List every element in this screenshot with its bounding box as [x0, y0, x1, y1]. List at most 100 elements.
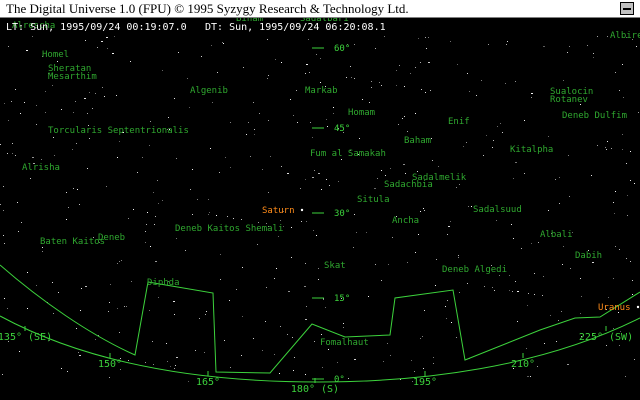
- background-star: [384, 36, 385, 37]
- star-label[interactable]: Homel: [42, 50, 69, 60]
- star-label[interactable]: Enif: [448, 117, 470, 127]
- background-star: [597, 36, 598, 37]
- background-star: [205, 314, 206, 315]
- star-label[interactable]: Sadachbia: [384, 180, 433, 190]
- star-label[interactable]: Deneb: [98, 233, 125, 243]
- star-label[interactable]: Deneb Algedi: [442, 265, 507, 275]
- background-star: [146, 224, 147, 225]
- star-label[interactable]: Mesarthim: [48, 72, 97, 82]
- background-star: [80, 310, 81, 311]
- star-label[interactable]: Diphda: [147, 278, 180, 288]
- background-star: [559, 177, 560, 178]
- background-star: [280, 326, 281, 327]
- sky-view[interactable]: 60°45°30°15°0° 135° (SE)150°165°180° (S)…: [0, 18, 640, 400]
- background-star: [2, 374, 3, 375]
- background-star: [189, 107, 190, 108]
- star-label[interactable]: Ancha: [392, 216, 419, 226]
- background-star: [149, 145, 150, 146]
- background-star: [608, 297, 609, 298]
- star-label[interactable]: Algenib: [190, 86, 228, 96]
- planet-label[interactable]: Saturn: [262, 206, 295, 216]
- background-star: [294, 357, 295, 358]
- background-star: [613, 202, 614, 203]
- background-star: [223, 43, 224, 44]
- background-star: [36, 105, 37, 106]
- background-star: [108, 311, 109, 312]
- background-star: [310, 122, 311, 123]
- planet-marker[interactable]: [300, 208, 304, 212]
- terrain-outline: [0, 264, 640, 374]
- background-star: [305, 374, 306, 375]
- star-label[interactable]: Skat: [324, 261, 346, 271]
- background-star: [145, 242, 146, 243]
- background-star: [542, 295, 543, 296]
- background-star: [513, 178, 514, 179]
- star-labels: BihamSadalbariAlreschaAlbireoHomelSherat…: [12, 18, 640, 348]
- background-star: [613, 328, 614, 329]
- planet-label[interactable]: Uranus: [598, 303, 631, 313]
- background-star: [208, 199, 209, 200]
- background-star: [133, 209, 134, 210]
- background-star: [343, 323, 344, 324]
- background-star: [354, 359, 356, 360]
- background-star: [337, 362, 338, 363]
- azimuth-scale: 135° (SE) 150° 165° 180° (S) 195° 210° 225° (S…: [0, 326, 633, 395]
- background-star: [410, 73, 411, 74]
- background-star: [119, 261, 120, 262]
- star-label[interactable]: Deneb Dulfim: [562, 111, 627, 121]
- star-label[interactable]: Deneb Kaitos Shemali: [175, 224, 283, 234]
- background-star: [259, 113, 260, 114]
- star-label[interactable]: Albali: [540, 230, 573, 240]
- background-star: [78, 352, 79, 353]
- background-star: [268, 120, 269, 121]
- background-star: [3, 235, 4, 236]
- background-star: [606, 149, 607, 150]
- star-label[interactable]: Sadalsuud: [473, 205, 522, 215]
- background-star: [176, 158, 177, 159]
- star-label[interactable]: Albireo: [610, 31, 640, 41]
- star-label[interactable]: Fum al Samakah: [310, 149, 386, 159]
- background-star: [458, 257, 459, 258]
- background-star: [185, 250, 186, 251]
- background-star: [162, 70, 163, 71]
- background-star: [407, 262, 408, 263]
- planet-marker[interactable]: [636, 305, 640, 309]
- background-star: [593, 53, 594, 54]
- azimuth-label: 210°: [511, 359, 535, 370]
- star-label[interactable]: Baten Kaitos: [40, 237, 105, 247]
- star-label[interactable]: Kitalpha: [510, 145, 553, 155]
- close-box-icon[interactable]: [620, 2, 634, 15]
- star-label[interactable]: Rotanev: [550, 95, 588, 105]
- background-star: [119, 332, 120, 333]
- background-star: [636, 46, 637, 47]
- background-star: [195, 350, 196, 351]
- background-star: [505, 83, 506, 84]
- background-star: [210, 148, 211, 149]
- background-star: [407, 131, 408, 132]
- background-star: [381, 280, 382, 281]
- background-star: [85, 40, 86, 41]
- background-star: [530, 376, 531, 377]
- background-star: [142, 157, 143, 158]
- star-label[interactable]: Markab: [305, 86, 338, 96]
- background-star: [383, 361, 384, 362]
- star-label[interactable]: Baham: [404, 136, 431, 146]
- background-star: [145, 231, 146, 232]
- background-star: [248, 122, 249, 123]
- star-label[interactable]: Situla: [357, 195, 390, 205]
- background-star: [450, 221, 451, 222]
- background-star: [293, 370, 294, 371]
- background-star: [632, 280, 633, 281]
- background-star: [262, 169, 263, 170]
- star-label[interactable]: Alrisha: [22, 163, 60, 173]
- star-label[interactable]: Homam: [348, 108, 375, 118]
- star-label[interactable]: Torcularis Septentrionalis: [48, 126, 189, 136]
- background-star: [567, 364, 569, 365]
- background-star: [147, 212, 148, 213]
- star-label[interactable]: Dabih: [575, 251, 602, 261]
- background-star: [632, 294, 633, 295]
- star-label[interactable]: Fomalhaut: [320, 338, 369, 348]
- background-star: [42, 251, 43, 252]
- background-star: [312, 177, 314, 178]
- background-star: [597, 145, 598, 146]
